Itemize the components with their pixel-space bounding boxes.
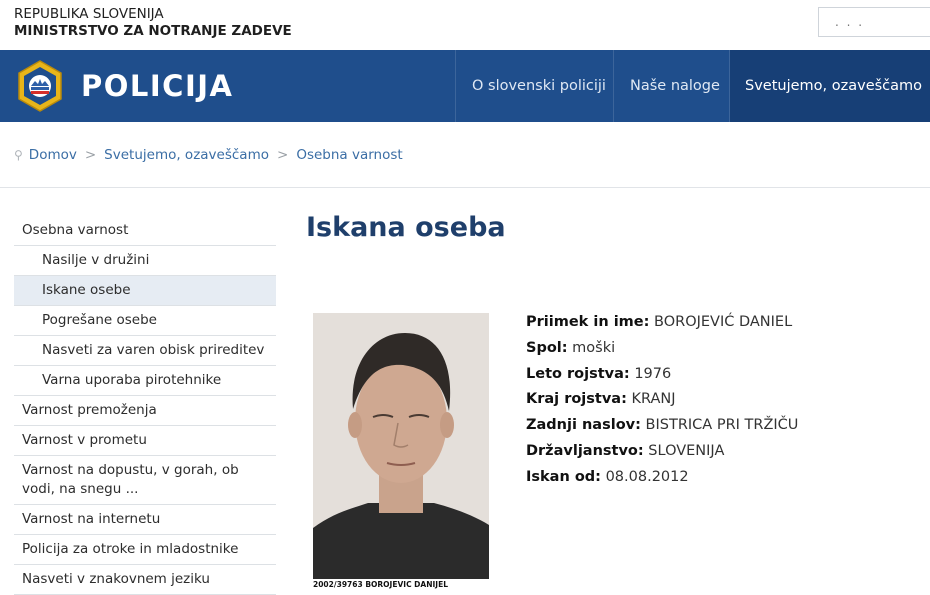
detail-label: Iskan od: [526,468,601,485]
nav-divider [455,50,456,122]
detail-value: SLOVENIJA [648,442,725,459]
sidebar-item-nasveti-prireditev[interactable]: Nasveti za varen obisk prireditev [14,336,276,366]
main-navbar: POLICIJA O slovenski policiji Naše nalog… [0,50,930,122]
sidebar-item-znakovni-jezik[interactable]: Nasveti v znakovnem jeziku [14,565,276,595]
detail-row-wanted-since: Iskan od: 08.08.2012 [526,465,798,491]
breadcrumb: ⚲ Domov > Svetujemo, ozaveščamo > Osebna varn… [14,146,403,164]
police-badge-icon[interactable] [16,60,64,112]
nav-divider [613,50,614,122]
nav-svetujemo-ozavescamo[interactable]: Svetujemo, ozaveščamo [730,50,930,122]
detail-value: 08.08.2012 [605,468,689,485]
chevron-right-icon: > [84,147,97,163]
detail-row-birth-year: Leto rojstva: 1976 [526,362,798,388]
sidebar-item-varnost-premozenja[interactable]: Varnost premoženja [14,396,276,426]
detail-value: 1976 [634,365,672,382]
location-pin-icon: ⚲ [14,148,23,162]
nav-nase-naloge[interactable]: Naše naloge [630,50,720,122]
sidebar-item-osebna-varnost[interactable]: Osebna varnost [14,216,276,246]
breadcrumb-svetujemo[interactable]: Svetujemo, ozaveščamo [104,147,269,163]
sidebar-item-nasilje-v-druzini[interactable]: Nasilje v družini [14,246,276,276]
detail-row-citizenship: Državljanstvo: SLOVENIJA [526,439,798,465]
sidebar-item-iskane-osebe[interactable]: Iskane osebe [14,276,276,306]
search-input[interactable] [818,7,930,37]
nav-o-slovenski-policiji[interactable]: O slovenski policiji [472,50,606,122]
gov-line-ministry: MINISTRSTVO ZA NOTRANJE ZADEVE [14,23,292,39]
detail-label: Državljanstvo: [526,442,644,459]
detail-row-gender: Spol: moški [526,336,798,362]
sidebar-item-varnost-na-dopustu[interactable]: Varnost na dopustu, v gorah, ob vodi, na… [14,456,276,505]
chevron-right-icon: > [277,147,289,163]
detail-row-birth-place: Kraj rojstva: KRANJ [526,387,798,413]
sidebar-item-varnost-na-internetu[interactable]: Varnost na internetu [14,505,276,535]
detail-label: Spol: [526,339,568,356]
divider [0,187,930,188]
page-title: Iskana oseba [306,212,506,243]
sidebar-item-pogresane-osebe[interactable]: Pogrešane osebe [14,306,276,336]
brand-name[interactable]: POLICIJA [81,68,233,104]
detail-label: Kraj rojstva: [526,391,627,408]
gov-line-republic: REPUBLIKA SLOVENIJA [14,6,164,22]
government-header: REPUBLIKA SLOVENIJA MINISTRSTVO ZA NOTRA… [14,6,292,40]
sidebar-item-pirotehnika[interactable]: Varna uporaba pirotehnike [14,366,276,396]
detail-value: moški [572,339,616,356]
sidebar-menu: Osebna varnost Nasilje v družini Iskane … [14,216,276,595]
sidebar-item-policija-za-otroke[interactable]: Policija za otroke in mladostnike [14,535,276,565]
detail-value: BOROJEVIĆ DANIEL [654,314,793,330]
detail-label: Leto rojstva: [526,365,630,382]
sidebar-item-varnost-v-prometu[interactable]: Varnost v prometu [14,426,276,456]
breadcrumb-osebna-varnost[interactable]: Osebna varnost [296,147,402,163]
detail-row-name: Priimek in ime: BOROJEVIĆ DANIEL [526,310,798,336]
detail-value: KRANJ [631,391,676,408]
detail-label: Priimek in ime: [526,314,650,330]
detail-label: Zadnji naslov: [526,417,641,434]
photo-caption: 2002/39763 BOROJEVIC DANIJEL [313,580,448,589]
breadcrumb-home[interactable]: Domov [29,147,77,163]
detail-value: BISTRICA PRI TRŽIČU [645,417,799,434]
detail-row-last-address: Zadnji naslov: BISTRICA PRI TRŽIČU [526,413,798,439]
wanted-person-photo [313,313,489,579]
person-details: Priimek in ime: BOROJEVIĆ DANIEL Spol: m… [526,310,798,491]
